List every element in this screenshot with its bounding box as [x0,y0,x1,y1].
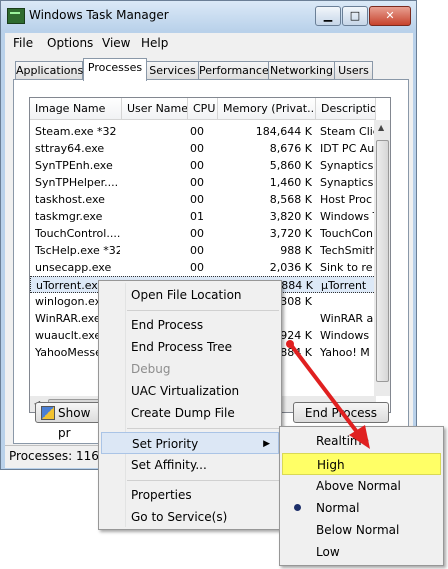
arrow-shaft [289,343,362,438]
tab-processes[interactable]: Processes [83,58,147,81]
annotation-arrow [286,340,370,449]
arrow-tail-icon [286,340,294,348]
